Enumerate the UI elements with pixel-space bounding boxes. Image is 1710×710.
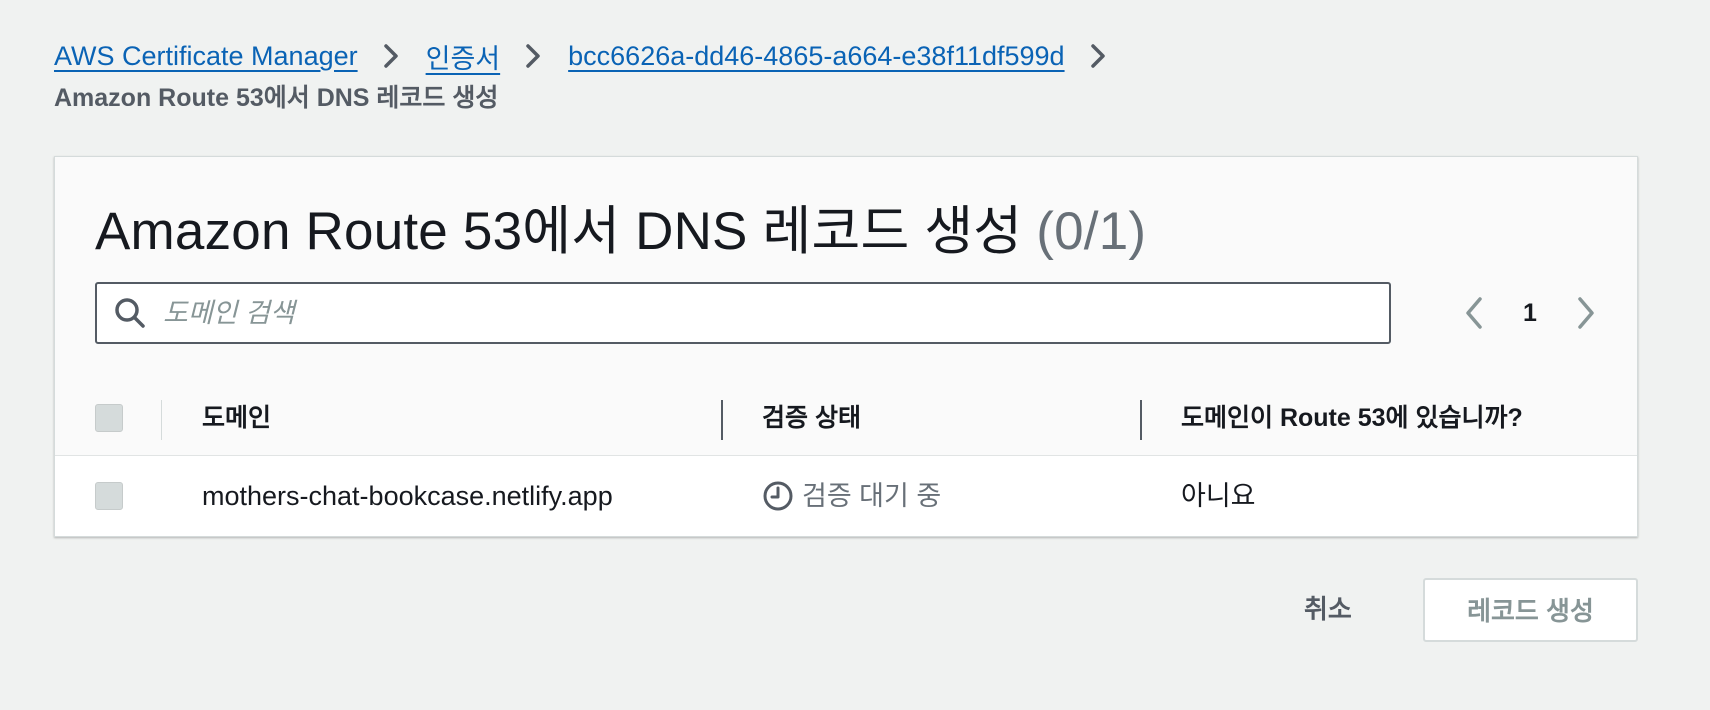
row-checkbox[interactable] xyxy=(95,482,123,510)
dns-records-panel: Amazon Route 53에서 DNS 레코드 생성(0/1) 1 xyxy=(54,156,1638,537)
table-row: mothers-chat-bookcase.netlify.app 검증 대기 … xyxy=(55,456,1637,536)
column-header-domain[interactable]: 도메인 xyxy=(202,380,271,456)
chevron-right-icon xyxy=(383,44,398,68)
validation-status-text: 검증 대기 중 xyxy=(802,481,942,511)
breadcrumb-link-acm[interactable]: AWS Certificate Manager xyxy=(54,41,358,72)
panel-title-text: Amazon Route 53에서 DNS 레코드 생성 xyxy=(95,202,1023,261)
panel-title: Amazon Route 53에서 DNS 레코드 생성 (0/1) xyxy=(95,189,1146,265)
pagination: 1 xyxy=(1455,282,1605,344)
validation-status-cell: 검증 대기 중 xyxy=(762,456,941,536)
column-resizer[interactable] xyxy=(721,400,723,440)
panel-header: Amazon Route 53에서 DNS 레코드 생성(0/1) 1 xyxy=(55,157,1637,381)
breadcrumb-link-certificates[interactable]: 인증서 xyxy=(426,37,501,76)
next-page-button[interactable] xyxy=(1565,293,1605,333)
breadcrumb-links: AWS Certificate Manager 인증서 bcc6626a-dd4… xyxy=(54,34,1654,78)
breadcrumb: AWS Certificate Manager 인증서 bcc6626a-dd4… xyxy=(54,34,1654,118)
column-resizer[interactable] xyxy=(1140,400,1142,440)
selection-count: (0/1) xyxy=(1036,202,1147,261)
cancel-button[interactable]: 취소 xyxy=(1304,578,1352,640)
column-header-validation-status[interactable]: 검증 상태 xyxy=(762,380,861,456)
in-route53-cell: 아니요 xyxy=(1181,481,1256,511)
current-page-number[interactable]: 1 xyxy=(1495,299,1565,328)
chevron-right-icon xyxy=(526,44,540,68)
domain-search-box[interactable] xyxy=(95,282,1391,344)
breadcrumb-current: Amazon Route 53에서 DNS 레코드 생성 xyxy=(54,84,499,112)
breadcrumb-link-certificate-id[interactable]: bcc6626a-dd46-4865-a664-e38f11df599d xyxy=(568,41,1064,72)
clock-icon xyxy=(763,481,793,511)
search-icon xyxy=(115,298,145,328)
create-records-button[interactable]: 레코드 생성 xyxy=(1423,578,1638,642)
previous-page-button[interactable] xyxy=(1455,293,1495,333)
select-all-checkbox[interactable] xyxy=(95,404,123,432)
domain-cell: mothers-chat-bookcase.netlify.app xyxy=(202,481,613,511)
chevron-right-icon xyxy=(1578,297,1594,329)
chevron-right-icon xyxy=(1090,44,1105,68)
column-header-in-route53[interactable]: 도메인이 Route 53에 있습니까? xyxy=(1181,380,1523,456)
column-divider xyxy=(161,400,162,440)
table-header: 도메인 검증 상태 도메인이 Route 53에 있습니까? xyxy=(55,380,1637,456)
chevron-left-icon xyxy=(1466,297,1482,329)
domain-search-input[interactable] xyxy=(161,296,1345,330)
